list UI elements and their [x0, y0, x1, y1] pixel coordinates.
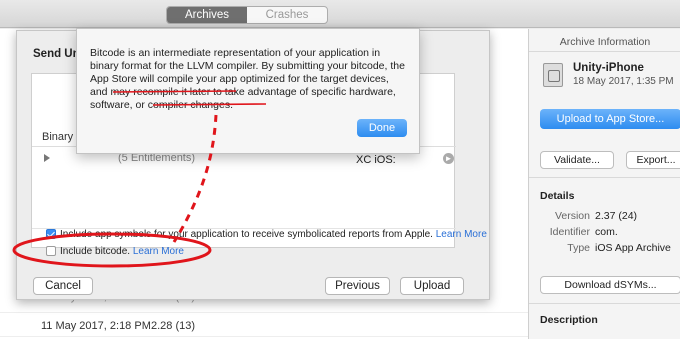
tab-crashes[interactable]: Crashes: [247, 7, 327, 23]
previous-button[interactable]: Previous: [325, 277, 390, 295]
archive-date: 18 May 2017, 1:35 PM: [573, 76, 674, 87]
archives-crashes-segmented-control[interactable]: Archives Crashes: [166, 6, 328, 24]
table-row[interactable]: 11 May 2017, 2:18 PM 2.28 (13): [0, 315, 528, 337]
cancel-button[interactable]: Cancel: [33, 277, 93, 295]
include-symbols-text: Include app symbols for your application…: [60, 229, 433, 240]
detail-value: iOS App Archive: [595, 242, 671, 254]
popover-text-part: Bitcode is an intermediate representatio…: [90, 47, 405, 72]
description-heading: Description: [540, 314, 598, 326]
bitcode-info-text: Bitcode is an intermediate representatio…: [90, 47, 406, 112]
toolbar: Archives Crashes: [0, 0, 680, 28]
archive-icon: [543, 63, 563, 87]
include-symbols-checkbox[interactable]: [46, 229, 56, 239]
detail-key: Type: [567, 242, 590, 254]
include-bitcode-checkbox[interactable]: [46, 246, 56, 256]
done-button[interactable]: Done: [357, 119, 407, 137]
download-dsyms-button[interactable]: Download dSYMs...: [540, 276, 680, 294]
upload-to-app-store-button[interactable]: Upload to App Store...: [540, 109, 680, 129]
export-button[interactable]: Export...: [626, 151, 680, 169]
provisioning-profile: XC iOS:: [356, 154, 396, 166]
archive-name: Unity-iPhone: [573, 62, 644, 74]
detail-value: com.: [595, 226, 618, 238]
sheet-title: Send Un: [33, 48, 80, 60]
row-version: 2.28 (13): [151, 320, 196, 332]
detail-key: Version: [554, 210, 590, 222]
learn-more-symbols-link[interactable]: Learn More: [436, 229, 487, 240]
divider: [529, 177, 680, 178]
validate-button[interactable]: Validate...: [540, 151, 614, 169]
divider: [529, 303, 680, 304]
row-date: 11 May 2017, 2:18 PM: [41, 320, 151, 332]
detail-key: Identifier: [549, 226, 590, 238]
learn-more-bitcode-link[interactable]: Learn More: [133, 246, 184, 257]
upload-button[interactable]: Upload: [400, 277, 464, 295]
detail-value: 2.37 (24): [595, 210, 638, 222]
divider: [529, 51, 680, 52]
inspector-title: Archive Information: [559, 36, 651, 48]
include-bitcode-label: Include bitcode. Learn More: [60, 246, 184, 257]
tab-archives[interactable]: Archives: [167, 7, 247, 23]
popover-highlight-recompile: may recompile it later: [110, 86, 211, 98]
arrow-right-icon[interactable]: ►: [443, 153, 454, 164]
archive-inspector: Archive Information Unity-iPhone 18 May …: [528, 29, 680, 339]
include-symbols-label: Include app symbols for your application…: [60, 229, 487, 240]
bitcode-info-popover: Bitcode is an intermediate representatio…: [76, 28, 420, 154]
details-heading: Details: [540, 190, 575, 202]
include-bitcode-text: Include bitcode.: [60, 246, 131, 257]
popover-highlight-app-store: App Store will compile your app optimize…: [90, 73, 285, 85]
disclosure-triangle-icon[interactable]: [44, 154, 50, 162]
